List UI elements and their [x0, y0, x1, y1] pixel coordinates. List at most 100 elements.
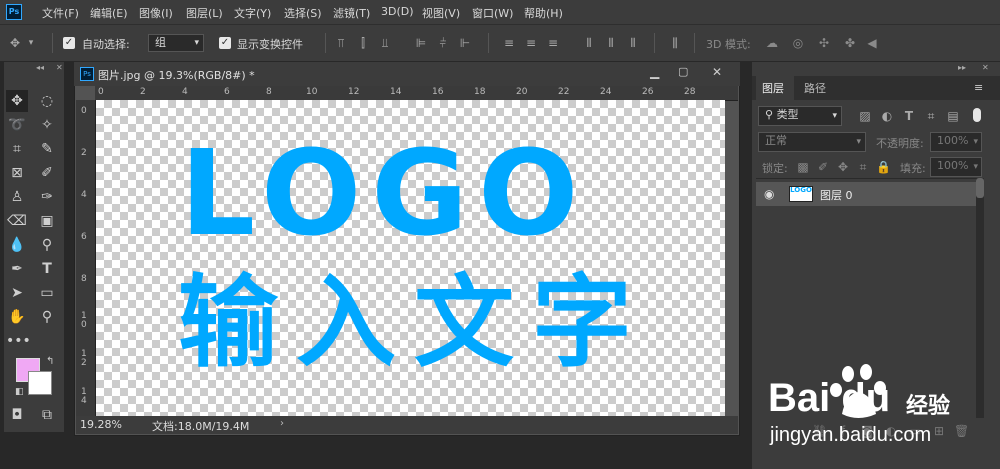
lock-all-icon[interactable]: 🔒	[876, 160, 891, 174]
auto-align-icon[interactable]: ⫼	[668, 36, 682, 50]
distribute-bottom-icon[interactable]: ≡	[546, 36, 560, 50]
move-tool-icon[interactable]: ✥	[8, 36, 22, 50]
ruler-label: 4	[81, 190, 87, 200]
distribute-left-icon[interactable]: ⦀	[582, 36, 596, 50]
auto-select-checkbox[interactable]: ✓	[63, 37, 75, 49]
fill-input[interactable]: 100% ▾	[930, 157, 982, 177]
lasso-icon[interactable]: ➰	[6, 114, 28, 136]
crop-icon[interactable]: ⌗	[6, 138, 28, 160]
distribute-top-icon[interactable]: ≡	[502, 36, 516, 50]
close-panel-icon[interactable]: ✕	[56, 63, 63, 72]
drag-3d-icon[interactable]: ✣	[816, 36, 832, 50]
ruler-label: 6	[224, 87, 230, 97]
distribute-right-icon[interactable]: ⦀	[626, 36, 640, 50]
filter-adjustment-icon[interactable]: ◐	[880, 109, 894, 123]
canvas-text-logo[interactable]: LOGO	[180, 128, 588, 258]
menu-select[interactable]: 选择(S)	[284, 5, 322, 21]
gradient-icon[interactable]: ▣	[36, 210, 58, 232]
minimize-icon[interactable]: ▁	[650, 65, 659, 79]
align-hcenter-icon[interactable]: ⫩	[436, 36, 450, 50]
clone-stamp-icon[interactable]: ♙	[6, 186, 28, 208]
menu-layer[interactable]: 图层(L)	[186, 5, 223, 21]
move-tool-icon[interactable]: ✥	[6, 90, 28, 112]
align-vcenter-icon[interactable]: ⫿	[356, 36, 370, 50]
maximize-icon[interactable]: ▢	[678, 65, 688, 78]
canvas-text-chinese[interactable]: 输入文字	[178, 268, 650, 378]
lock-image-icon[interactable]: ✐	[816, 160, 830, 174]
filter-pixel-icon[interactable]: ▨	[858, 109, 872, 123]
menu-view[interactable]: 视图(V)	[422, 5, 460, 21]
layer-name[interactable]: 图层 0	[820, 187, 853, 203]
document-tab[interactable]: Ps 图片.jpg @ 19.3%(RGB/8#) * ▁ ▢ ✕	[74, 62, 740, 86]
elliptical-marquee-icon[interactable]: ◌	[36, 90, 58, 112]
status-bar: 19.28% 文档:18.0M/19.4M ›	[76, 416, 738, 434]
align-right-icon[interactable]: ⊩	[458, 36, 472, 50]
lock-position-icon[interactable]: ✥	[836, 160, 850, 174]
jingyan-url: jingyan.baidu.com	[770, 424, 932, 446]
filter-shape-icon[interactable]: ⌗	[924, 109, 938, 123]
eyedropper-icon[interactable]: ✎	[36, 138, 58, 160]
layers-scroll-thumb[interactable]	[976, 178, 984, 198]
opacity-value: 100%	[937, 134, 969, 147]
lock-artboard-icon[interactable]: ⌗	[856, 160, 870, 174]
brush-icon[interactable]: ✐	[36, 162, 58, 184]
type-tool-icon[interactable]: T	[36, 258, 58, 280]
canvas[interactable]: LOGO 输入文字	[96, 100, 725, 416]
menu-edit[interactable]: 编辑(E)	[90, 5, 128, 21]
filter-type-icon[interactable]: T	[902, 109, 916, 123]
distribute-hcenter-icon[interactable]: ⦀	[604, 36, 618, 50]
eraser-icon[interactable]: ⌫	[6, 210, 28, 232]
pen-icon[interactable]: ✒	[6, 258, 28, 280]
slide-3d-icon[interactable]: ✤	[842, 36, 858, 50]
menu-file[interactable]: 文件(F)	[42, 5, 79, 21]
blend-mode-dropdown[interactable]: 正常 ▾	[758, 132, 866, 152]
default-colors-icon[interactable]: ◧	[15, 387, 24, 397]
rectangle-icon[interactable]: ▭	[36, 282, 58, 304]
camera-3d-icon[interactable]: ◀	[864, 36, 880, 50]
blur-icon[interactable]: 💧	[6, 234, 28, 256]
zoom-level[interactable]: 19.28%	[80, 418, 122, 431]
filter-smart-object-icon[interactable]: ▤	[946, 109, 960, 123]
background-color-swatch[interactable]	[28, 371, 52, 395]
swap-colors-icon[interactable]: ↰	[46, 356, 54, 367]
status-menu-icon[interactable]: ›	[280, 418, 284, 429]
collapse-icon[interactable]: ◂◂	[36, 63, 44, 72]
menu-window[interactable]: 窗口(W)	[472, 5, 513, 21]
align-bottom-icon[interactable]: ⫫	[378, 36, 392, 50]
opacity-input[interactable]: 100% ▾	[930, 132, 982, 152]
align-top-icon[interactable]: ⫪	[334, 36, 348, 50]
panel-menu-icon[interactable]: ≡	[974, 81, 983, 94]
show-transform-checkbox[interactable]: ✓	[219, 37, 231, 49]
path-selection-icon[interactable]: ➤	[6, 282, 28, 304]
dodge-icon[interactable]: ⚲	[36, 234, 58, 256]
menu-image[interactable]: 图像(I)	[139, 5, 173, 21]
chevron-down-icon[interactable]: ▾	[26, 36, 36, 50]
menu-filter[interactable]: 滤镜(T)	[333, 5, 370, 21]
more-tools-icon[interactable]: •••	[6, 330, 31, 352]
tab-layers[interactable]: 图层	[762, 80, 784, 96]
filter-toggle[interactable]	[973, 108, 981, 122]
tab-paths[interactable]: 路径	[804, 80, 826, 96]
distribute-vcenter-icon[interactable]: ≡	[524, 36, 538, 50]
close-icon[interactable]: ✕	[712, 65, 722, 79]
healing-brush-icon[interactable]: ⊠	[6, 162, 28, 184]
layer-filter-dropdown[interactable]: ⚲ 类型 ▾	[758, 106, 842, 126]
collapse-icon[interactable]: ▸▸	[958, 63, 966, 72]
history-brush-icon[interactable]: ✑	[36, 186, 58, 208]
rotate-3d-icon[interactable]: ☁	[764, 36, 780, 50]
eye-icon[interactable]: ◉	[764, 187, 774, 201]
layer-thumbnail[interactable]: LOGO	[789, 186, 813, 202]
close-panel-icon[interactable]: ✕	[982, 63, 989, 72]
auto-select-dropdown[interactable]: 组 ▾	[148, 34, 204, 52]
magic-wand-icon[interactable]: ✧	[36, 114, 58, 136]
menu-type[interactable]: 文字(Y)	[234, 5, 271, 21]
menu-help[interactable]: 帮助(H)	[524, 5, 563, 21]
roll-3d-icon[interactable]: ◎	[790, 36, 806, 50]
menu-3d[interactable]: 3D(D)	[381, 5, 414, 18]
quick-mask-icon[interactable]: ◘	[6, 404, 28, 426]
align-left-icon[interactable]: ⊫	[414, 36, 428, 50]
screen-mode-icon[interactable]: ⧉	[36, 404, 58, 426]
hand-icon[interactable]: ✋	[6, 306, 28, 328]
zoom-icon[interactable]: ⚲	[36, 306, 58, 328]
lock-transparent-icon[interactable]: ▩	[796, 160, 810, 174]
